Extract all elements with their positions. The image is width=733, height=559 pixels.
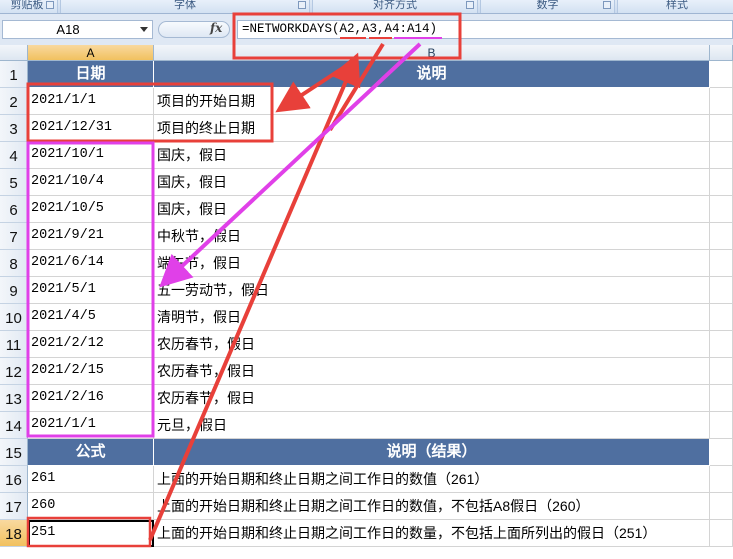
- select-all-corner[interactable]: [0, 45, 28, 61]
- cell-c5[interactable]: [710, 169, 733, 196]
- row-header-12[interactable]: 12: [0, 358, 28, 385]
- cell-b9[interactable]: 五一劳动节，假日: [154, 277, 710, 304]
- cell-b10[interactable]: 清明节，假日: [154, 304, 710, 331]
- ribbon-strip: 剪贴板 字体 对齐方式 数字 样式: [0, 0, 733, 14]
- row-header-8[interactable]: 8: [0, 250, 28, 277]
- cell-a15[interactable]: 公式: [28, 439, 154, 466]
- cell-a7[interactable]: 2021/9/21: [28, 223, 154, 250]
- cell-c8[interactable]: [710, 250, 733, 277]
- cell-c6[interactable]: [710, 196, 733, 223]
- cell-b14[interactable]: 元旦，假日: [154, 412, 710, 439]
- cell-b6[interactable]: 国庆，假日: [154, 196, 710, 223]
- row-header-14[interactable]: 14: [0, 412, 28, 439]
- column-header-b[interactable]: B: [154, 45, 710, 61]
- cell-b17[interactable]: 上面的开始日期和终止日期之间工作日的数值，不包括A8假日（260）: [154, 493, 710, 520]
- column-header-a[interactable]: A: [28, 45, 154, 61]
- cell-a16[interactable]: 261: [28, 466, 154, 493]
- row-header-11[interactable]: 11: [0, 331, 28, 358]
- column-header-c[interactable]: [710, 45, 733, 61]
- cell-a14[interactable]: 2021/1/1: [28, 412, 154, 439]
- chevron-down-icon[interactable]: [140, 27, 148, 32]
- name-box-value: A18: [56, 22, 80, 37]
- cell-b8[interactable]: 端午节，假日: [154, 250, 710, 277]
- dialog-launcher-icon[interactable]: [603, 1, 611, 9]
- row-header-15[interactable]: 15: [0, 439, 28, 466]
- cell-b12[interactable]: 农历春节，假日: [154, 358, 710, 385]
- cell-c10[interactable]: [710, 304, 733, 331]
- ribbon-group-styles[interactable]: 样式: [617, 0, 733, 13]
- row-header-4[interactable]: 4: [0, 142, 28, 169]
- cell-b1[interactable]: 说明: [154, 61, 710, 88]
- cell-c16[interactable]: [710, 466, 733, 493]
- row-header-6[interactable]: 6: [0, 196, 28, 223]
- ribbon-group-font[interactable]: 字体: [60, 0, 310, 13]
- cell-c12[interactable]: [710, 358, 733, 385]
- row-header-7[interactable]: 7: [0, 223, 28, 250]
- cell-c2[interactable]: [710, 88, 733, 115]
- cell-a10[interactable]: 2021/4/5: [28, 304, 154, 331]
- cell-a5[interactable]: 2021/10/4: [28, 169, 154, 196]
- ribbon-group-label: 样式: [666, 0, 688, 11]
- ribbon-group-label: 字体: [174, 0, 196, 11]
- cell-c13[interactable]: [710, 385, 733, 412]
- ribbon-group-number[interactable]: 数字: [480, 0, 615, 13]
- cell-a18[interactable]: 251: [28, 520, 154, 547]
- row-header-2[interactable]: 2: [0, 88, 28, 115]
- cell-c18[interactable]: [710, 520, 733, 547]
- ribbon-group-label: 数字: [536, 0, 559, 11]
- cell-c7[interactable]: [710, 223, 733, 250]
- cell-c14[interactable]: [710, 412, 733, 439]
- name-box[interactable]: A18: [2, 20, 153, 39]
- cell-b3[interactable]: 项目的终止日期: [154, 115, 710, 142]
- cell-a17[interactable]: 260: [28, 493, 154, 520]
- row-header-5[interactable]: 5: [0, 169, 28, 196]
- cell-b2[interactable]: 项目的开始日期: [154, 88, 710, 115]
- ribbon-group-alignment[interactable]: 对齐方式: [312, 0, 478, 13]
- cell-a2[interactable]: 2021/1/1: [28, 88, 154, 115]
- cell-a12[interactable]: 2021/2/15: [28, 358, 154, 385]
- row-header-16[interactable]: 16: [0, 466, 28, 493]
- row-header-1[interactable]: 1: [0, 61, 28, 88]
- cell-b13[interactable]: 农历春节，假日: [154, 385, 710, 412]
- cell-b11[interactable]: 农历春节，假日: [154, 331, 710, 358]
- row-header-3[interactable]: 3: [0, 115, 28, 142]
- cell-c9[interactable]: [710, 277, 733, 304]
- row-header-18[interactable]: 18: [0, 520, 28, 547]
- cell-c15[interactable]: [710, 439, 733, 466]
- ribbon-group-label: 对齐方式: [373, 0, 417, 11]
- dialog-launcher-icon[interactable]: [298, 1, 306, 9]
- cell-b15[interactable]: 说明（结果）: [154, 439, 710, 466]
- formula-bar: A18 fx =NETWORKDAYS(A2,A3,A4:A14): [0, 14, 733, 46]
- dialog-launcher-icon[interactable]: [46, 1, 54, 9]
- cell-c17[interactable]: [710, 493, 733, 520]
- ribbon-group-label: 剪贴板: [10, 0, 44, 11]
- row-header-10[interactable]: 10: [0, 304, 28, 331]
- cell-a4[interactable]: 2021/10/1: [28, 142, 154, 169]
- cell-b16[interactable]: 上面的开始日期和终止日期之间工作日的数值（261）: [154, 466, 710, 493]
- cell-a13[interactable]: 2021/2/16: [28, 385, 154, 412]
- cell-a8[interactable]: 2021/6/14: [28, 250, 154, 277]
- cell-b4[interactable]: 国庆，假日: [154, 142, 710, 169]
- insert-function-icon[interactable]: fx: [210, 21, 222, 35]
- cell-b5[interactable]: 国庆，假日: [154, 169, 710, 196]
- row-header-17[interactable]: 17: [0, 493, 28, 520]
- cell-a9[interactable]: 2021/5/1: [28, 277, 154, 304]
- row-header-13[interactable]: 13: [0, 385, 28, 412]
- cell-c11[interactable]: [710, 331, 733, 358]
- formula-input[interactable]: =NETWORKDAYS(A2,A3,A4:A14): [237, 20, 733, 39]
- cell-b18[interactable]: 上面的开始日期和终止日期之间工作日的数量，不包括上面所列出的假日（251）: [154, 520, 710, 547]
- dialog-launcher-icon[interactable]: [466, 1, 474, 9]
- cell-c1[interactable]: [710, 61, 733, 88]
- cell-a3[interactable]: 2021/12/31: [28, 115, 154, 142]
- cell-a11[interactable]: 2021/2/12: [28, 331, 154, 358]
- cell-a1[interactable]: 日期: [28, 61, 154, 88]
- cell-b7[interactable]: 中秋节，假日: [154, 223, 710, 250]
- cell-c3[interactable]: [710, 115, 733, 142]
- cell-a6[interactable]: 2021/10/5: [28, 196, 154, 223]
- row-header-9[interactable]: 9: [0, 277, 28, 304]
- cell-c4[interactable]: [710, 142, 733, 169]
